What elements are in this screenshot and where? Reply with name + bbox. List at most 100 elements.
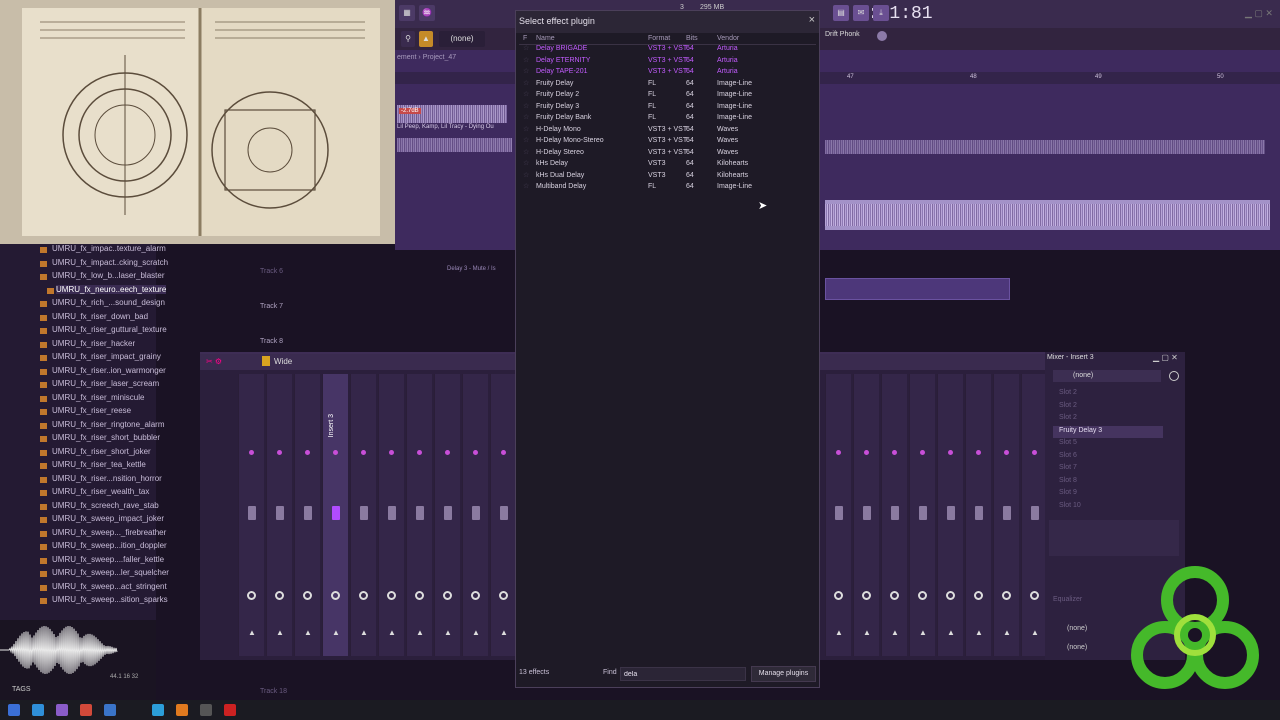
volume-fader[interactable] — [444, 506, 452, 520]
pan-knob[interactable] — [443, 591, 452, 600]
effect-slot[interactable]: Slot 2 — [1053, 413, 1163, 425]
mixer-strip[interactable]: ▲ — [266, 374, 292, 656]
stamp-icon[interactable]: ▲ — [419, 31, 433, 47]
route-arrow-icon[interactable]: ▲ — [332, 628, 340, 637]
volume-fader[interactable] — [947, 506, 955, 520]
pan-knob[interactable] — [974, 591, 983, 600]
volume-fader[interactable] — [388, 506, 396, 520]
telegram-icon[interactable] — [152, 704, 164, 716]
route-arrow-icon[interactable]: ▲ — [891, 628, 899, 637]
favorite-star-icon[interactable]: ☆ — [523, 55, 529, 66]
header-name[interactable]: Name — [536, 35, 555, 42]
route-b[interactable]: (none) — [1067, 644, 1087, 651]
effect-slot[interactable]: Slot 10 — [1053, 501, 1163, 513]
volume-fader[interactable] — [276, 506, 284, 520]
chat-icon[interactable]: ✉ — [853, 5, 869, 21]
insert-led-icon[interactable] — [836, 450, 841, 455]
audio-clip-right[interactable] — [825, 140, 1265, 154]
view-playlist-icon[interactable]: ▤ — [833, 5, 849, 21]
volume-fader[interactable] — [500, 506, 508, 520]
app-icon-2[interactable] — [104, 704, 116, 716]
browser-item[interactable]: UMRU_fx_impac..texture_alarm — [52, 244, 166, 253]
insert-led-icon[interactable] — [976, 450, 981, 455]
insert-led-icon[interactable] — [445, 450, 450, 455]
volume-fader[interactable] — [891, 506, 899, 520]
effect-slot[interactable]: Slot 5 — [1053, 438, 1163, 450]
favorite-star-icon[interactable]: ☆ — [523, 101, 529, 112]
mixer-strip[interactable]: ▲ — [434, 374, 460, 656]
insert-led-icon[interactable] — [864, 450, 869, 455]
browser-item[interactable]: UMRU_fx_riser_tea_kettle — [52, 460, 146, 469]
tempo-icon[interactable]: ♒ — [419, 5, 435, 21]
mixer-strip[interactable]: ▲ — [462, 374, 488, 656]
pan-knob[interactable] — [918, 591, 927, 600]
plugin-row[interactable]: ☆ Fruity Delay 2 FL 64 Image-Line — [521, 89, 811, 100]
fl-studio-icon[interactable] — [176, 704, 188, 716]
settings-icon[interactable] — [877, 31, 887, 41]
insert-preset[interactable]: (none) — [1053, 370, 1161, 382]
insert-led-icon[interactable] — [249, 450, 254, 455]
browser-item[interactable]: UMRU_fx_riser_ringtone_alarm — [52, 420, 164, 429]
browser-item[interactable]: UMRU_fx_riser_wealth_tax — [52, 487, 149, 496]
insert-led-icon[interactable] — [333, 450, 338, 455]
favorite-star-icon[interactable]: ☆ — [523, 124, 529, 135]
volume-fader[interactable] — [360, 506, 368, 520]
header-bits[interactable]: Bits — [686, 35, 698, 42]
chrome-icon[interactable] — [80, 704, 92, 716]
favorite-star-icon[interactable]: ☆ — [523, 66, 529, 77]
mixer-strip[interactable]: ▲ — [937, 374, 963, 656]
insert-led-icon[interactable] — [361, 450, 366, 455]
volume-fader[interactable] — [835, 506, 843, 520]
mixer-strip[interactable]: ▲ Insert 3 — [322, 374, 348, 656]
mixer-strip[interactable]: ▲ — [1021, 374, 1047, 656]
pan-knob[interactable] — [1002, 591, 1011, 600]
effect-slot[interactable]: Slot 9 — [1053, 488, 1163, 500]
window-controls[interactable]: ▁ ▢ ✕ — [1245, 8, 1273, 19]
route-arrow-icon[interactable]: ▲ — [360, 628, 368, 637]
mixer-strip[interactable]: ▲ — [294, 374, 320, 656]
find-input[interactable] — [620, 667, 746, 681]
browser-item[interactable]: UMRU_fx_sweep_impact_joker — [52, 514, 164, 523]
preset-icon[interactable] — [262, 356, 270, 366]
plugin-row[interactable]: ☆ Fruity Delay 3 FL 64 Image-Line — [521, 101, 811, 112]
pan-knob[interactable] — [359, 591, 368, 600]
browser-item[interactable]: UMRU_fx_low_b...laser_blaster — [52, 271, 165, 280]
route-arrow-icon[interactable]: ▲ — [444, 628, 452, 637]
plugin-row[interactable]: ☆ Multiband Delay FL 64 Image-Line — [521, 181, 811, 192]
pan-knob[interactable] — [834, 591, 843, 600]
favorite-star-icon[interactable]: ☆ — [523, 43, 529, 54]
pan-knob[interactable] — [387, 591, 396, 600]
browser-item[interactable]: UMRU_fx_neuro..eech_texture — [56, 284, 167, 294]
browser-item[interactable]: UMRU_fx_riser_reese — [52, 406, 131, 415]
mixer-strip[interactable]: ▲ — [853, 374, 879, 656]
browser-item[interactable]: UMRU_fx_sweep...act_stringent — [52, 582, 167, 591]
edge-icon[interactable] — [32, 704, 44, 716]
pan-knob[interactable] — [331, 591, 340, 600]
volume-fader[interactable] — [304, 506, 312, 520]
pan-knob[interactable] — [1030, 591, 1039, 600]
browser-item[interactable]: UMRU_fx_sweep..._firebreather — [52, 528, 166, 537]
route-arrow-icon[interactable]: ▲ — [947, 628, 955, 637]
mixer-strip[interactable]: ▲ — [993, 374, 1019, 656]
mixer-strip[interactable]: ▲ — [490, 374, 516, 656]
effect-slot[interactable]: Fruity Delay 3 — [1053, 425, 1163, 438]
plugin-row[interactable]: ☆ Delay TAPE-201 VST3 + VST 64 Arturia — [521, 66, 811, 77]
mixer-strip[interactable]: ▲ — [965, 374, 991, 656]
insert-led-icon[interactable] — [389, 450, 394, 455]
insert-led-icon[interactable] — [305, 450, 310, 455]
browser-item[interactable]: UMRU_fx_screech_rave_stab — [52, 501, 159, 510]
volume-fader[interactable] — [1003, 506, 1011, 520]
mixer-strip[interactable]: ▲ — [881, 374, 907, 656]
browser-item[interactable]: UMRU_fx_sweep...ler_squelcher — [52, 568, 169, 577]
close-icon[interactable]: × — [809, 14, 815, 26]
mixer-strip[interactable]: ▲ — [378, 374, 404, 656]
browser-item[interactable]: UMRU_fx_sweep...sition_sparks — [52, 595, 168, 604]
favorite-star-icon[interactable]: ☆ — [523, 181, 529, 192]
route-arrow-icon[interactable]: ▲ — [863, 628, 871, 637]
mixer-strip[interactable]: ▲ — [406, 374, 432, 656]
volume-fader[interactable] — [1031, 506, 1039, 520]
mixer-strip[interactable]: ▲ — [350, 374, 376, 656]
route-arrow-icon[interactable]: ▲ — [388, 628, 396, 637]
route-arrow-icon[interactable]: ▲ — [919, 628, 927, 637]
pattern-select[interactable]: (none) — [439, 31, 485, 47]
